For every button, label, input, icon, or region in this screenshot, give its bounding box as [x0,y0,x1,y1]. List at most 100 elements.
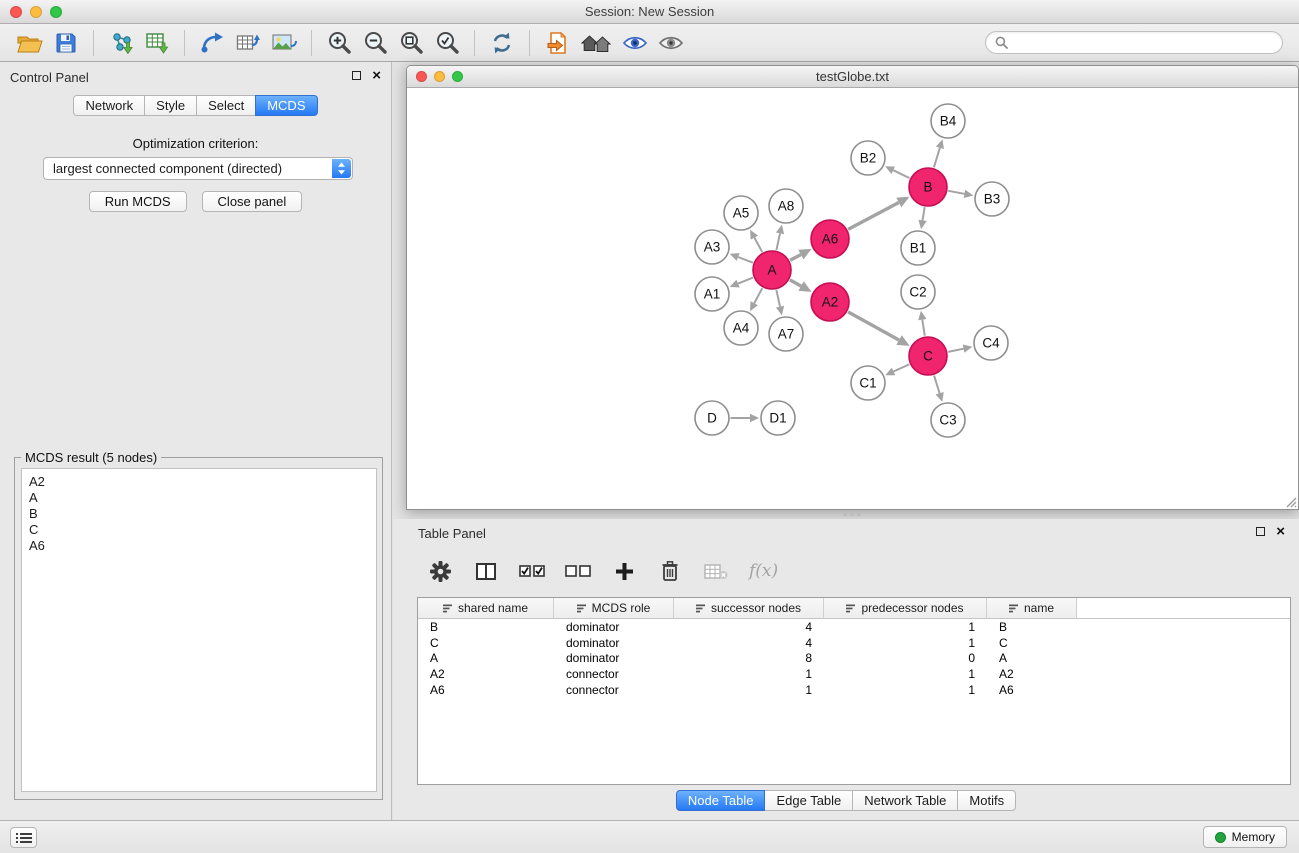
graphics-details-button[interactable] [617,27,653,59]
float-panel-button[interactable] [352,71,361,80]
graph-edge-A-A2[interactable] [790,280,801,286]
network-minimize-button[interactable] [434,71,445,82]
import-network-from-file-button[interactable] [103,27,139,59]
export-table-button[interactable] [230,27,266,59]
graph-edge-B-B1[interactable] [923,207,925,220]
function-builder-button[interactable]: f(x) [749,555,778,587]
curved-arrow-icon [200,31,224,54]
zoom-selected-button[interactable] [429,27,465,59]
close-panel-button[interactable]: Close panel [202,191,303,212]
import-table-from-file-button[interactable] [139,27,175,59]
graph-edge-A-A5[interactable] [754,238,762,252]
export-network-button[interactable] [539,27,575,59]
graph-edge-B-B3[interactable] [948,191,964,194]
network-canvas[interactable]: B4B2BB3A8A5A6A3B1AA1C2A2A4A7C4CC1C3DD1 [407,88,1298,509]
export-image-button[interactable] [266,27,302,59]
show-hide-columns-button[interactable] [473,555,499,587]
table-tab-motifs[interactable]: Motifs [957,790,1016,811]
table-tab-node-table[interactable]: Node Table [676,790,766,811]
column-header-MCDS-role[interactable]: MCDS role [554,598,674,618]
new-column-button[interactable] [611,555,637,587]
delete-selected-button[interactable] [657,555,683,587]
panel-splitter-handle[interactable] [843,512,861,516]
close-panel-x-button[interactable]: × [372,70,381,81]
graph-edge-A-A7[interactable] [776,290,780,307]
graph-node-label: C3 [939,413,956,428]
mcds-result-list[interactable]: A2ABCA6 [21,468,377,792]
column-header-successor-nodes[interactable]: successor nodes [674,598,824,618]
network-maximize-button[interactable] [452,71,463,82]
refresh-view-button[interactable] [484,27,520,59]
graph-edge-A2-C[interactable] [848,312,899,340]
zoom-out-button[interactable] [357,27,393,59]
table-body: Bdominator41BCdominator41CAdominator80AA… [418,619,1290,698]
table-row-A6[interactable]: A6connector11A6 [418,682,1290,698]
graph-edge-B-B4[interactable] [934,148,940,168]
graph-edge-C-C4[interactable] [948,349,964,352]
graph-edge-arrow [936,392,944,402]
float-table-panel-button[interactable] [1256,527,1265,536]
mcds-result-item: A6 [29,538,369,554]
table-tab-network-table[interactable]: Network Table [852,790,958,811]
resize-grip-icon[interactable] [1285,496,1297,508]
status-menu-button[interactable] [10,827,37,848]
graph-edge-A-A1[interactable] [738,278,753,284]
list-icon [16,832,32,844]
graph-node-label: D [707,411,717,426]
graph-edge-C-C1[interactable] [894,364,910,371]
column-header-predecessor-nodes[interactable]: predecessor nodes [824,598,987,618]
deselect-all-rows-button[interactable] [565,555,591,587]
minimize-window-button[interactable] [30,6,42,18]
graph-edge-A6-B[interactable] [848,203,899,230]
tab-select[interactable]: Select [196,95,256,116]
floppy-disk-icon [55,32,77,54]
zoom-in-button[interactable] [321,27,357,59]
apply-layout-button[interactable] [194,27,230,59]
select-all-rows-button[interactable] [519,555,545,587]
save-session-button[interactable] [48,27,84,59]
control-panel-header: Control Panel × [0,62,391,90]
tab-mcds[interactable]: MCDS [255,95,317,116]
network-window-titlebar[interactable]: testGlobe.txt [407,66,1298,88]
tab-network[interactable]: Network [73,95,145,116]
column-header-shared-name[interactable]: shared name [418,598,554,618]
table-row-A[interactable]: Adominator80A [418,651,1290,667]
graph-edge-B-B2[interactable] [893,170,909,178]
table-row-B[interactable]: Bdominator41B [418,619,1290,635]
mcds-result-group: MCDS result (5 nodes) A2ABCA6 [14,457,383,800]
search-input[interactable] [1013,36,1273,50]
table-row-C[interactable]: Cdominator41C [418,635,1290,651]
table-cell: 8 [674,651,824,665]
table-tab-edge-table[interactable]: Edge Table [764,790,853,811]
criterion-select[interactable]: largest connected component (directed) [43,157,353,180]
close-table-panel-button[interactable]: × [1276,526,1285,537]
fx-icon: f(x) [749,561,778,581]
maximize-window-button[interactable] [50,6,62,18]
eye-gray-icon [658,34,684,52]
sort-icon [577,604,587,613]
graph-edge-A-A6[interactable] [790,255,801,261]
delete-table-button[interactable] [703,555,729,587]
graph-edge-A-A8[interactable] [776,233,780,250]
column-header-name[interactable]: name [987,598,1077,618]
float-icon [352,71,361,80]
run-mcds-button[interactable]: Run MCDS [89,191,187,212]
close-window-button[interactable] [10,6,22,18]
table-row-A2[interactable]: A2connector11A2 [418,666,1290,682]
graph-node-label: C1 [859,376,876,391]
graph-edge-A-A4[interactable] [754,288,762,303]
memory-button[interactable]: Memory [1203,826,1287,848]
table-cell: 1 [824,683,987,697]
graph-edge-C-C3[interactable] [934,376,940,394]
zoom-fit-button[interactable] [393,27,429,59]
graph-edge-C-C2[interactable] [922,320,925,336]
birds-eye-view-button[interactable] [653,27,689,59]
tab-style[interactable]: Style [144,95,197,116]
graph-edge-A-A3[interactable] [738,257,753,263]
node-table: shared nameMCDS rolesuccessor nodesprede… [417,597,1291,785]
open-session-button[interactable] [12,27,48,59]
network-close-button[interactable] [416,71,427,82]
table-mode-gear-button[interactable] [427,555,453,587]
sort-icon [846,604,856,613]
home-button[interactable] [575,27,617,59]
